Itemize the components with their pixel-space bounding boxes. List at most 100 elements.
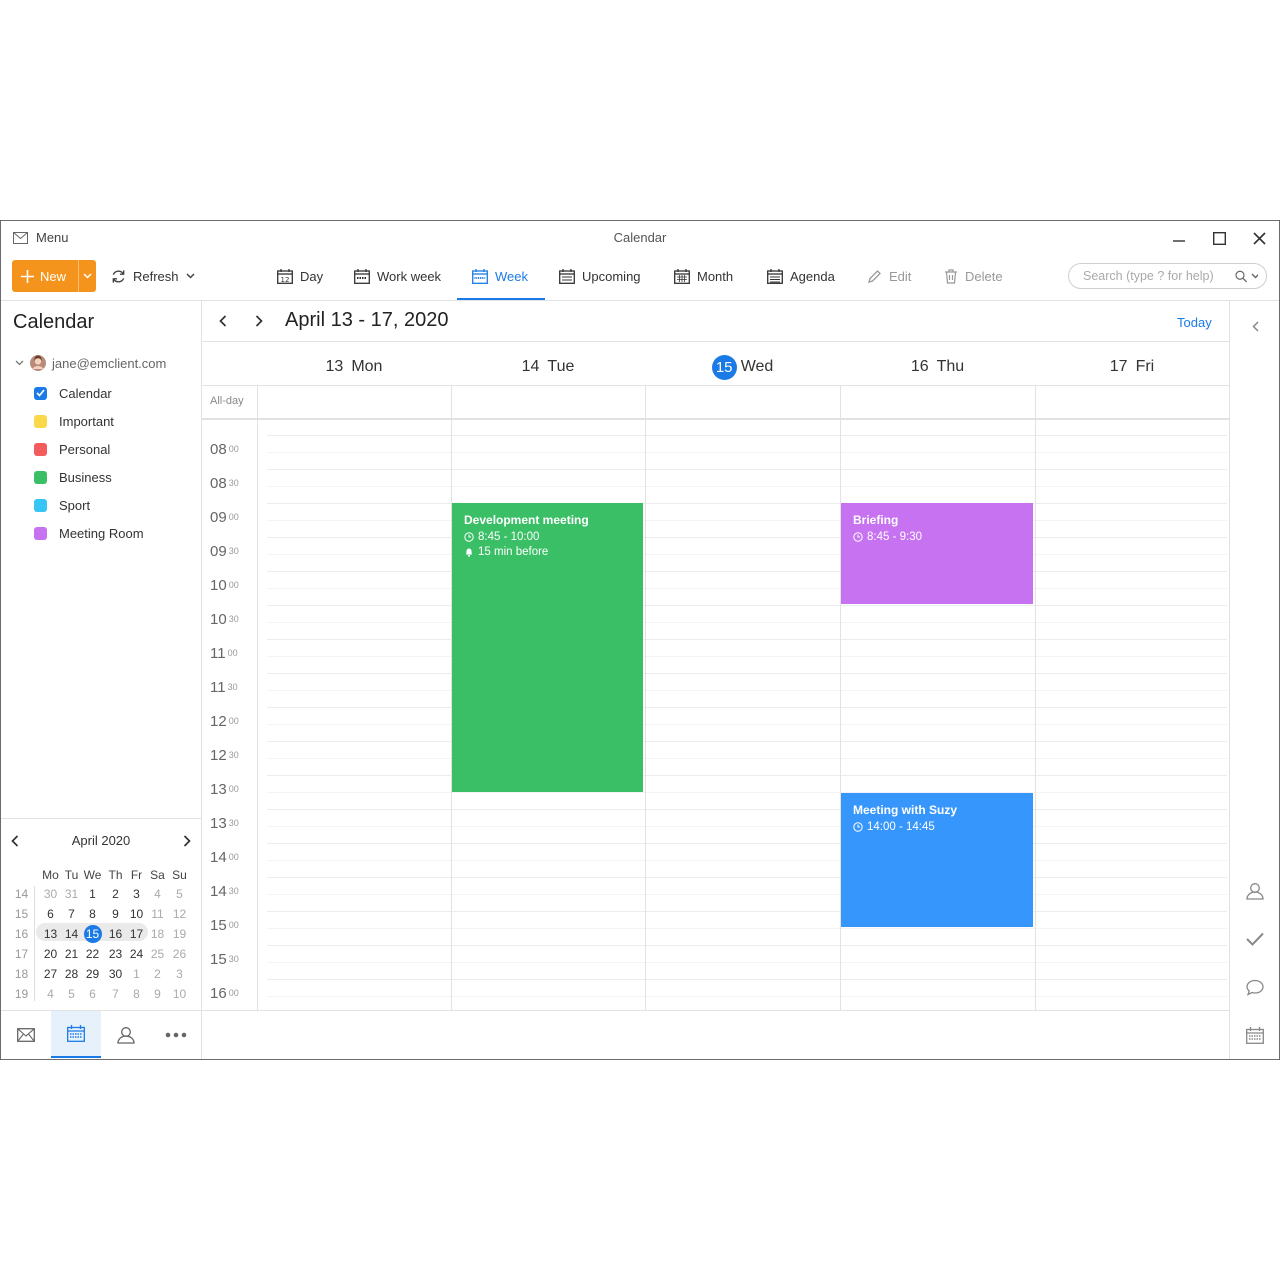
grid-line <box>267 435 1227 436</box>
grid-line <box>267 741 1227 742</box>
event-briefing[interactable]: Briefing 8:45 - 9:30 <box>841 503 1033 604</box>
time-label-minutes: 00 <box>227 648 238 658</box>
grid-line-minor <box>267 962 1227 963</box>
contact-panel-button[interactable] <box>1243 879 1267 903</box>
time-label-minutes: 00 <box>228 784 239 794</box>
grid-line-minor <box>267 520 1227 521</box>
event-time: 8:45 - 10:00 <box>478 531 540 543</box>
time-label-hour: 15 <box>210 917 227 934</box>
time-label-minutes: 30 <box>228 546 239 556</box>
time-label-hour: 12 <box>210 713 227 730</box>
time-label-minutes: 30 <box>228 818 239 828</box>
time-label: 10 30 <box>210 611 258 631</box>
calendar-panel-button[interactable] <box>1243 1023 1267 1047</box>
event-title: Development meeting <box>464 513 589 527</box>
grid-line <box>267 707 1227 708</box>
time-label-minutes: 30 <box>228 478 239 488</box>
time-label-hour: 14 <box>210 849 227 866</box>
grid-line-minor <box>267 826 1227 827</box>
time-label-hour: 08 <box>210 441 227 458</box>
day-column-divider <box>645 386 646 1010</box>
event-reminder: 15 min before <box>478 546 549 558</box>
chat-icon <box>1246 979 1264 996</box>
grid-line <box>267 945 1227 946</box>
grid-line <box>267 639 1227 640</box>
time-label: 08 30 <box>210 475 258 495</box>
grid-line-minor <box>267 588 1227 589</box>
time-label-minutes: 00 <box>228 444 239 454</box>
collapse-arrow-icon <box>1251 320 1259 332</box>
time-label: 08 00 <box>210 441 258 461</box>
grid-line-minor <box>267 860 1227 861</box>
time-label-hour: 09 <box>210 543 227 560</box>
grid-line <box>267 605 1227 606</box>
right-bar-divider <box>1229 301 1230 1059</box>
grid-line-minor <box>267 894 1227 895</box>
bell-icon <box>466 548 472 557</box>
event-time: 8:45 - 9:30 <box>867 531 922 543</box>
time-label-minutes: 30 <box>228 954 239 964</box>
time-label: 09 00 <box>210 509 258 529</box>
grid-line-minor <box>267 792 1227 793</box>
time-label: 15 00 <box>210 917 258 937</box>
time-label-hour: 15 <box>210 951 227 968</box>
time-label: 13 00 <box>210 781 258 801</box>
grid-line-minor <box>267 622 1227 623</box>
time-label-minutes: 30 <box>228 614 239 624</box>
contact-icon <box>1246 883 1264 900</box>
time-label-minutes: 00 <box>228 988 239 998</box>
time-label: 11 00 <box>210 645 258 665</box>
clock-icon <box>853 822 863 832</box>
time-label-hour: 11 <box>210 645 226 662</box>
time-label: 12 30 <box>210 747 258 767</box>
time-label-minutes: 30 <box>228 750 239 760</box>
time-label-hour: 10 <box>210 577 227 594</box>
grid-line <box>267 503 1227 504</box>
time-label-hour: 10 <box>210 611 227 628</box>
grid-line <box>267 911 1227 912</box>
calendar-small-icon <box>1246 1026 1264 1044</box>
time-label-hour: 16 <box>210 985 227 1002</box>
time-label: 14 30 <box>210 883 258 903</box>
chat-panel-button[interactable] <box>1243 975 1267 999</box>
grid-line-minor <box>267 724 1227 725</box>
grid-line-minor <box>267 452 1227 453</box>
clock-icon <box>464 532 474 542</box>
time-label-hour: 09 <box>210 509 227 526</box>
grid-line <box>267 775 1227 776</box>
collapse-panel-button[interactable] <box>1243 314 1267 338</box>
tasks-panel-button[interactable] <box>1243 927 1267 951</box>
time-label: 10 00 <box>210 577 258 597</box>
clock-icon <box>853 532 863 542</box>
time-label: 15 30 <box>210 951 258 971</box>
time-label-minutes: 30 <box>227 682 238 692</box>
event-title: Meeting with Suzy <box>853 803 958 817</box>
time-label-hour: 13 <box>210 781 227 798</box>
grid-bottom-divider <box>202 1010 1229 1011</box>
time-label: 16 00 <box>210 985 258 1005</box>
grid-line-minor <box>267 996 1227 997</box>
time-label-minutes: 00 <box>228 852 239 862</box>
day-column-divider <box>1035 386 1036 1010</box>
time-label: 14 00 <box>210 849 258 869</box>
time-label-minutes: 00 <box>228 580 239 590</box>
time-label-minutes: 30 <box>228 886 239 896</box>
grid-line-minor <box>267 486 1227 487</box>
grid-line <box>267 843 1227 844</box>
grid-line-minor <box>267 758 1227 759</box>
event-meeting-with-suzy[interactable]: Meeting with Suzy 14:00 - 14:45 <box>841 793 1033 927</box>
grid-line <box>267 469 1227 470</box>
event-title: Briefing <box>853 513 899 527</box>
grid-line-minor <box>267 928 1227 929</box>
grid-line <box>267 537 1227 538</box>
event-development-meeting[interactable]: Development meeting 8:45 - 10:00 15 min … <box>452 503 643 792</box>
time-label: 11 30 <box>210 679 258 699</box>
grid-line-minor <box>267 690 1227 691</box>
time-label-minutes: 00 <box>228 920 239 930</box>
time-column-divider <box>257 386 258 1010</box>
tasks-check-icon <box>1246 932 1264 946</box>
time-label-hour: 12 <box>210 747 227 764</box>
time-label-hour: 08 <box>210 475 227 492</box>
grid-line <box>267 809 1227 810</box>
grid-line-minor <box>267 656 1227 657</box>
